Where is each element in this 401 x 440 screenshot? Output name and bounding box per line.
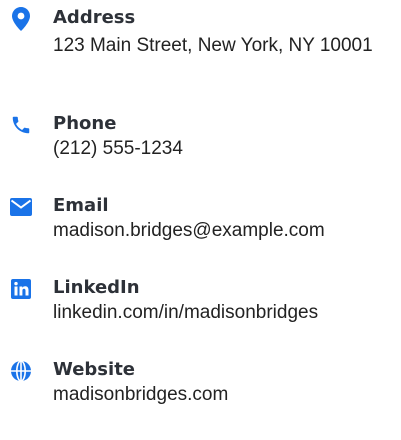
map-pin-icon: [9, 7, 33, 31]
contact-item-email: Email madison.bridges@example.com: [0, 194, 401, 276]
address-label: Address: [53, 7, 136, 28]
contact-item-phone: Phone (212) 555-1234: [0, 112, 401, 194]
website-label: Website: [53, 359, 136, 380]
linkedin-icon: [9, 277, 33, 301]
email-link[interactable]: madison.bridges@example.com: [53, 220, 325, 241]
envelope-icon: [9, 195, 33, 219]
contact-item-linkedin: LinkedIn linkedin.com/in/madisonbridges: [0, 276, 401, 358]
globe-icon: [9, 359, 33, 383]
phone-link[interactable]: (212) 555-1234: [53, 138, 183, 159]
address-value: 123 Main Street, New York, NY 10001: [53, 35, 373, 56]
contact-info-list: Address 123 Main Street, New York, NY 10…: [0, 6, 401, 440]
contact-item-website: Website madisonbridges.com: [0, 358, 401, 440]
phone-icon: [9, 113, 33, 137]
linkedin-label: LinkedIn: [53, 277, 140, 298]
website-link[interactable]: madisonbridges.com: [53, 384, 228, 405]
phone-label: Phone: [53, 113, 117, 134]
email-label: Email: [53, 195, 109, 216]
linkedin-link[interactable]: linkedin.com/in/madisonbridges: [53, 302, 318, 323]
contact-item-address: Address 123 Main Street, New York, NY 10…: [0, 6, 401, 112]
